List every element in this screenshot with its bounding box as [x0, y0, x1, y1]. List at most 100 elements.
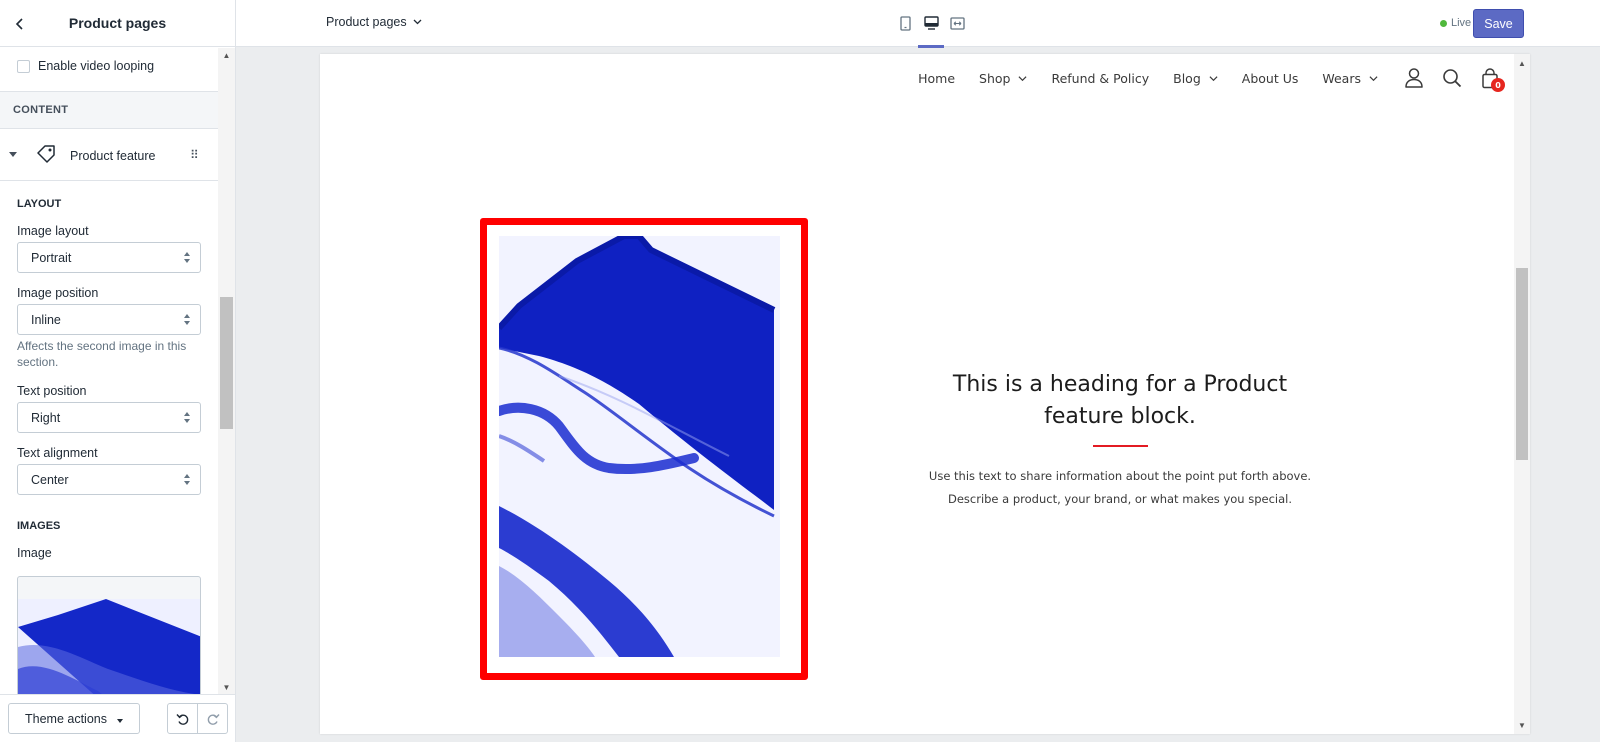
nav-item-blog[interactable]: Blog [1173, 71, 1218, 86]
heading-divider [1092, 445, 1148, 447]
image-layout-value: Portrait [31, 250, 72, 265]
images-heading: IMAGES [17, 520, 61, 532]
chevron-left-icon [15, 18, 23, 30]
scroll-up-arrow-icon[interactable]: ▲ [218, 48, 235, 62]
chevron-down-icon [1209, 75, 1218, 81]
image-thumbnail [18, 599, 200, 694]
editor-topbar: Product pages Live Save [236, 0, 1600, 48]
sidebar-scrollbar[interactable]: ▲ ▼ [218, 48, 235, 694]
text-position-select[interactable]: Right [17, 402, 201, 433]
text-position-label: Text position [17, 384, 87, 398]
tag-icon [37, 145, 55, 163]
nav-label: Home [918, 70, 956, 86]
select-arrows-icon [184, 474, 190, 486]
image-picker[interactable] [17, 576, 201, 694]
desktop-view-button[interactable] [918, 12, 944, 48]
undo-icon [176, 713, 189, 725]
image-layout-label: Image layout [17, 224, 89, 238]
live-status: Live [1440, 17, 1471, 29]
drag-handle-icon[interactable]: ⠿ [190, 148, 199, 162]
blue-fabric-image [499, 236, 780, 657]
image-layout-select[interactable]: Portrait [17, 242, 201, 273]
scroll-down-arrow-icon[interactable]: ▼ [218, 680, 235, 694]
nav-label: Blog [1173, 70, 1201, 86]
sidebar-title: Product pages [68, 15, 167, 31]
enable-video-looping-label: Enable video looping [38, 59, 155, 73]
search-icon[interactable] [1442, 67, 1462, 89]
store-preview: Home Shop Refund & Policy Blog About Us … [320, 54, 1530, 734]
mobile-view-button[interactable] [896, 12, 914, 34]
page-selector[interactable]: Product pages [326, 15, 422, 29]
account-icon[interactable] [1404, 67, 1424, 89]
theme-actions-label: Theme actions [25, 711, 107, 726]
nav-item-wears[interactable]: Wears [1322, 71, 1378, 86]
select-arrows-icon [184, 314, 190, 326]
device-switcher [896, 12, 966, 48]
live-label: Live [1451, 17, 1472, 29]
text-position-value: Right [31, 410, 61, 425]
image-position-select[interactable]: Inline [17, 304, 201, 335]
theme-editor-sidebar: Product pages Enable video looping CONTE… [0, 0, 236, 742]
caret-down-icon[interactable] [9, 152, 17, 157]
back-button[interactable] [8, 12, 32, 36]
nav-item-shop[interactable]: Shop [979, 71, 1027, 86]
theme-actions-button[interactable]: Theme actions [8, 703, 140, 734]
layout-heading: LAYOUT [17, 198, 62, 210]
mobile-icon [899, 15, 911, 31]
caret-down-icon [116, 718, 123, 723]
text-alignment-value: Center [31, 472, 69, 487]
cart-count-badge: 0 [1491, 78, 1505, 92]
header-icons: 0 [1404, 67, 1505, 92]
live-dot-icon [1440, 19, 1447, 27]
save-button[interactable]: Save [1473, 9, 1524, 38]
content-heading: CONTENT [13, 104, 69, 116]
chevron-down-icon [1369, 75, 1378, 81]
product-feature-label: Product feature [70, 149, 156, 163]
chevron-down-icon [1018, 75, 1027, 81]
desktop-icon [923, 16, 939, 30]
image-position-value: Inline [31, 312, 61, 327]
nav-item-about-us[interactable]: About Us [1242, 71, 1299, 86]
selected-image-highlight[interactable] [480, 218, 808, 680]
scroll-up-arrow-icon[interactable]: ▲ [1514, 56, 1530, 70]
image-label: Image [17, 546, 52, 560]
undo-button[interactable] [168, 704, 197, 733]
nav-label: About Us [1241, 70, 1299, 86]
sidebar-settings-panel: Enable video looping CONTENT Product fea… [0, 48, 218, 694]
enable-video-looping-option[interactable]: Enable video looping [17, 59, 154, 73]
feature-body: Use this text to share information about… [928, 469, 1312, 506]
sidebar-scroll-thumb[interactable] [220, 297, 233, 429]
sidebar-header: Product pages [0, 0, 235, 47]
undo-redo-group [167, 703, 228, 734]
store-navigation: Home Shop Refund & Policy Blog About Us … [918, 64, 1505, 92]
fullwidth-icon [949, 16, 965, 30]
chevron-down-icon [413, 19, 422, 25]
preview-scroll-thumb[interactable] [1516, 268, 1528, 460]
content-section-header: CONTENT [0, 91, 218, 129]
nav-label: Refund & Policy [1051, 70, 1150, 86]
fullwidth-view-button[interactable] [948, 12, 966, 34]
select-arrows-icon [184, 252, 190, 264]
image-position-label: Image position [17, 286, 99, 300]
enable-video-looping-checkbox[interactable] [17, 59, 30, 73]
redo-button[interactable] [197, 704, 227, 733]
product-feature-image [499, 236, 780, 657]
text-alignment-label: Text alignment [17, 446, 98, 460]
nav-label: Wears [1322, 70, 1361, 86]
nav-item-refund-policy[interactable]: Refund & Policy [1051, 71, 1149, 86]
nav-label: Shop [979, 70, 1011, 86]
select-arrows-icon [184, 412, 190, 424]
feature-heading: This is a heading for a Product feature … [952, 372, 1288, 429]
nav-item-home[interactable]: Home [918, 71, 955, 86]
preview-scrollbar[interactable]: ▲ ▼ [1514, 54, 1530, 734]
fabric-thumbnail-image [18, 599, 200, 694]
text-alignment-select[interactable]: Center [17, 464, 201, 495]
page-selector-label: Product pages [326, 15, 407, 29]
cart-button[interactable]: 0 [1480, 67, 1505, 92]
image-position-help: Affects the second image in this section… [17, 339, 187, 369]
sidebar-footer: Theme actions [0, 694, 235, 742]
redo-icon [207, 713, 220, 725]
product-feature-block[interactable]: Product feature ⠿ [0, 131, 218, 181]
product-feature-text: This is a heading for a Product feature … [910, 369, 1330, 511]
scroll-down-arrow-icon[interactable]: ▼ [1514, 718, 1530, 732]
